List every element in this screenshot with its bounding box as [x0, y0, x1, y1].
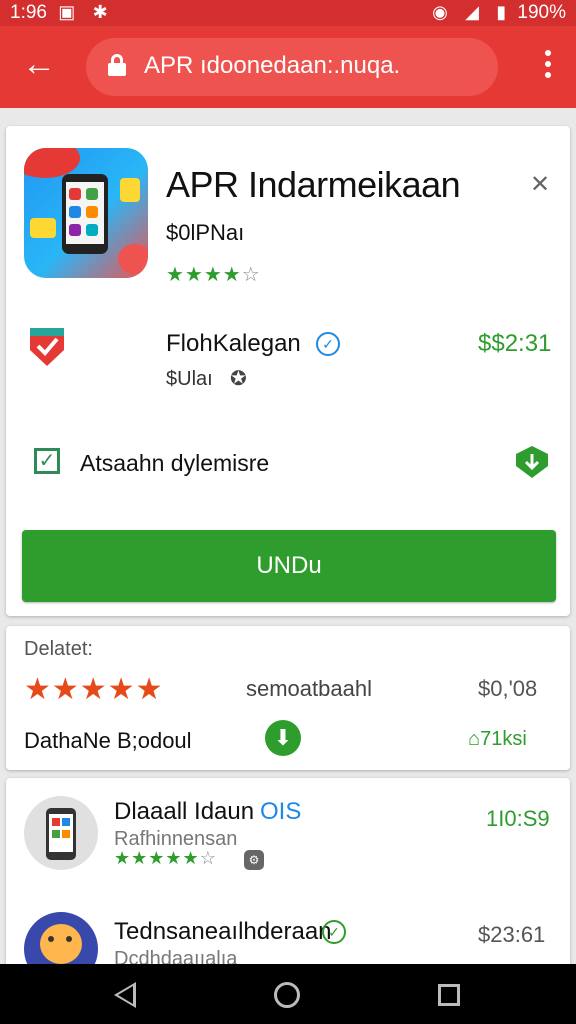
url-bar[interactable]: APR ıdoonedaan:.nuqa.: [86, 38, 498, 96]
status-bar: 1:96 ▣ ✱ ◉ ◢ ▮ 190%: [0, 0, 576, 26]
overflow-menu-icon[interactable]: [542, 50, 554, 84]
battery-level: 190%: [517, 2, 566, 23]
list-item-price: $23:61: [478, 922, 546, 947]
app-rating-stars: ★★★★☆: [166, 264, 261, 286]
details-middle-text: semoatbaahl: [246, 676, 372, 701]
option-checkbox[interactable]: ✓: [34, 448, 60, 474]
download-count: ⌂71ksi: [468, 728, 527, 751]
home-nav-icon[interactable]: [274, 982, 300, 1008]
back-arrow-icon[interactable]: ←: [22, 47, 56, 82]
shield-download-icon[interactable]: [514, 444, 550, 480]
app-developer[interactable]: $0lPNaı: [166, 220, 244, 246]
download-icon[interactable]: ⬇: [265, 720, 301, 756]
notification-icon: ▣: [58, 2, 76, 22]
battery-icon: ▮: [496, 2, 507, 22]
status-time: 1:96: [10, 2, 47, 23]
list-item-stars: ★★★★★☆: [114, 848, 217, 868]
wifi-icon: ◉: [432, 2, 448, 22]
url-text: APR ıdoonedaan:.nuqa.: [144, 52, 401, 79]
shield-check-icon: [28, 326, 66, 368]
close-icon[interactable]: ✕: [530, 170, 550, 199]
android-icon: ⚙: [244, 850, 264, 870]
details-heading: Delatet:: [24, 638, 93, 660]
list-item-title[interactable]: Tednsaneaılhderaan: [114, 918, 332, 946]
verified-badge-icon: ✓: [322, 920, 346, 944]
recents-nav-icon[interactable]: [438, 984, 460, 1006]
list-item-badge: OIS: [260, 798, 302, 825]
lock-icon: [108, 54, 126, 76]
download-label: DathaNe B;odoul: [24, 728, 192, 753]
list-item-price: 1I0:S9: [486, 806, 550, 831]
seller-sub: $Ulaı: [166, 368, 213, 390]
verified-badge-icon: ✓: [316, 332, 340, 356]
download-count-text: 71ksi: [480, 728, 527, 750]
signal-icon: ◢: [465, 2, 479, 22]
back-nav-icon[interactable]: [114, 982, 136, 1008]
phone-illustration: [62, 174, 108, 254]
bluetooth-icon: ✱: [92, 2, 108, 22]
list-item-title[interactable]: Dlaaall Idaun: [114, 798, 254, 826]
star-badge-icon: ✪: [230, 368, 247, 390]
details-price: $0,'08: [478, 676, 538, 701]
list-item-thumbnail[interactable]: [24, 796, 98, 870]
app-title: APR Indarmeikaan: [166, 164, 461, 205]
browser-toolbar: ← APR ıdoonedaan:.nuqa.: [0, 26, 576, 108]
install-button[interactable]: UNDu: [22, 530, 556, 602]
seller-name[interactable]: FlohKalegan: [166, 330, 301, 358]
gift-icon: ⌂: [468, 728, 481, 750]
app-icon: [24, 148, 148, 278]
system-nav-bar: [0, 964, 576, 1024]
seller-price: $$2:31: [478, 330, 552, 357]
details-rating-stars: ★★★★★: [24, 673, 164, 706]
option-label: Atsaahn dylemisre: [80, 450, 270, 476]
